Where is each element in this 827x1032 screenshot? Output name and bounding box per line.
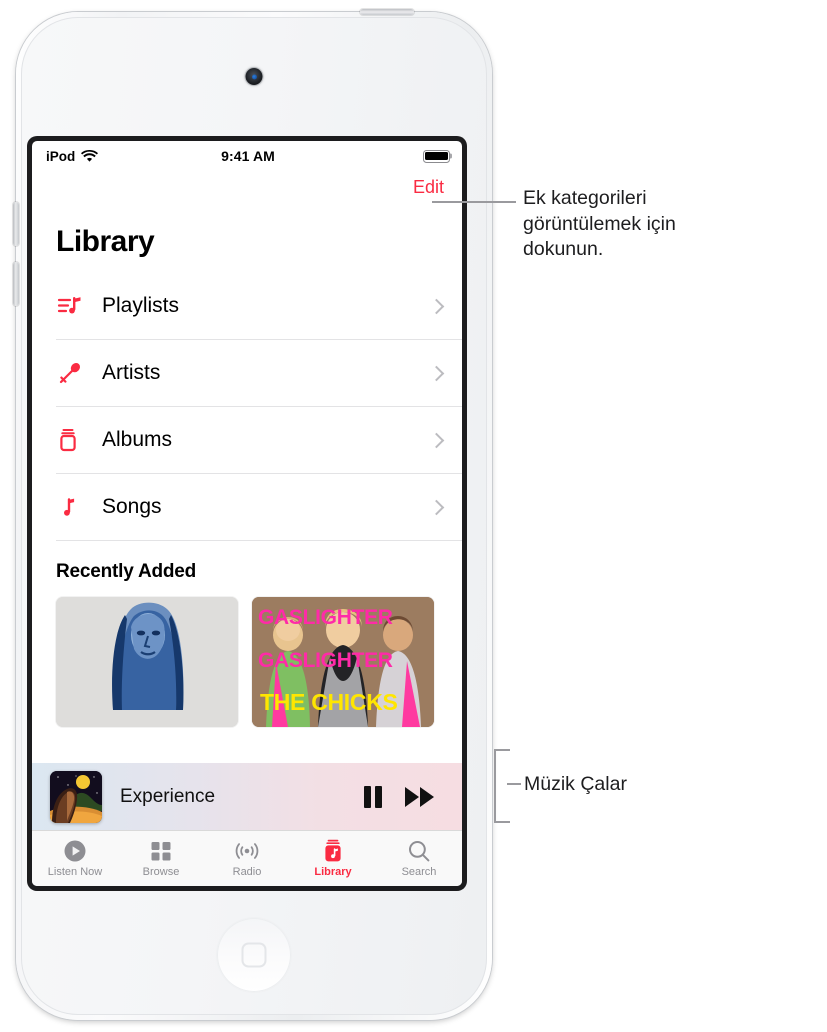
library-row-label: Albums <box>102 428 173 451</box>
svg-text:THE CHICKS: THE CHICKS <box>260 689 398 715</box>
mini-player[interactable]: Experience <box>32 763 462 831</box>
status-bar: iPod 9:41 AM <box>32 141 462 171</box>
recently-added-title: Recently Added <box>56 561 197 582</box>
chevron-right-icon <box>428 432 445 448</box>
page-title: Library <box>56 225 155 258</box>
tab-label: Listen Now <box>47 866 103 878</box>
front-camera-icon <box>245 68 263 85</box>
microphone-icon <box>56 359 90 387</box>
volume-down-button[interactable] <box>13 262 19 306</box>
browse-icon <box>149 839 173 863</box>
clock: 9:41 AM <box>221 148 275 164</box>
tab-label: Search <box>401 866 437 878</box>
now-playing-artwork <box>50 770 102 823</box>
library-icon <box>321 839 345 863</box>
home-button[interactable] <box>217 918 291 992</box>
tab-browse[interactable]: Browse <box>118 839 204 878</box>
battery-full-icon <box>423 149 450 163</box>
library-list: Playlists Artists Albums Songs <box>32 273 462 541</box>
tab-label: Browse <box>142 866 180 878</box>
chevron-right-icon <box>428 499 445 515</box>
device-screen: iPod 9:41 AM Edit Library Playlists Arti… <box>32 141 462 886</box>
edit-callout-text: Ek kategorileri görüntülemek için dokunu… <box>523 187 676 261</box>
tab-search[interactable]: Search <box>376 839 462 878</box>
volume-up-button[interactable] <box>13 202 19 246</box>
power-button[interactable] <box>360 9 414 15</box>
listen-now-icon <box>63 839 87 863</box>
library-row-albums[interactable]: Albums <box>56 407 462 474</box>
status-bar-left: iPod <box>46 149 221 164</box>
library-row-artists[interactable]: Artists <box>56 340 462 407</box>
tab-radio[interactable]: Radio <box>204 839 290 878</box>
svg-text:GASLIGHTER: GASLIGHTER <box>258 649 393 672</box>
music-note-icon <box>56 493 90 521</box>
tab-listen-now[interactable]: Listen Now <box>32 839 118 878</box>
carrier-label: iPod <box>46 148 76 164</box>
tab-bar: Listen Now Browse Radio Library Search <box>32 830 462 886</box>
music-app: iPod 9:41 AM Edit Library Playlists Arti… <box>32 141 462 886</box>
albums-icon <box>56 426 90 454</box>
svg-text:GASLIGHTER: GASLIGHTER <box>258 606 393 629</box>
chevron-right-icon <box>428 365 445 381</box>
player-callout-leader <box>507 783 521 785</box>
library-row-playlists[interactable]: Playlists <box>56 273 462 340</box>
edit-button[interactable]: Edit <box>413 177 444 198</box>
player-callout-bracket <box>494 749 510 823</box>
tab-library[interactable]: Library <box>290 839 376 878</box>
library-row-label: Songs <box>102 495 162 518</box>
library-row-label: Playlists <box>102 294 180 317</box>
fast-forward-button[interactable] <box>394 785 446 809</box>
wifi-icon <box>81 149 99 163</box>
recently-added-grid: GASLIGHTER GASLIGHTER THE CHICKS <box>32 597 462 727</box>
tab-label: Library <box>314 866 352 878</box>
pause-button[interactable] <box>352 785 394 809</box>
screenshot-canvas: iPod 9:41 AM Edit Library Playlists Arti… <box>0 0 827 1032</box>
now-playing-title: Experience <box>120 785 216 807</box>
radio-icon <box>234 839 260 863</box>
playlist-icon <box>56 292 90 320</box>
navigation-bar: Edit <box>32 171 462 219</box>
tab-label: Radio <box>232 866 262 878</box>
search-icon <box>407 839 431 863</box>
chevron-right-icon <box>428 298 445 314</box>
edit-callout-leader <box>432 201 516 203</box>
library-row-label: Artists <box>102 361 161 384</box>
album-card-blue-portrait[interactable] <box>56 597 238 727</box>
player-callout-text: Müzik Çalar <box>524 773 627 795</box>
album-card-gaslighter[interactable]: GASLIGHTER GASLIGHTER THE CHICKS <box>252 597 434 727</box>
library-row-songs[interactable]: Songs <box>56 474 462 541</box>
status-bar-right <box>275 149 450 163</box>
